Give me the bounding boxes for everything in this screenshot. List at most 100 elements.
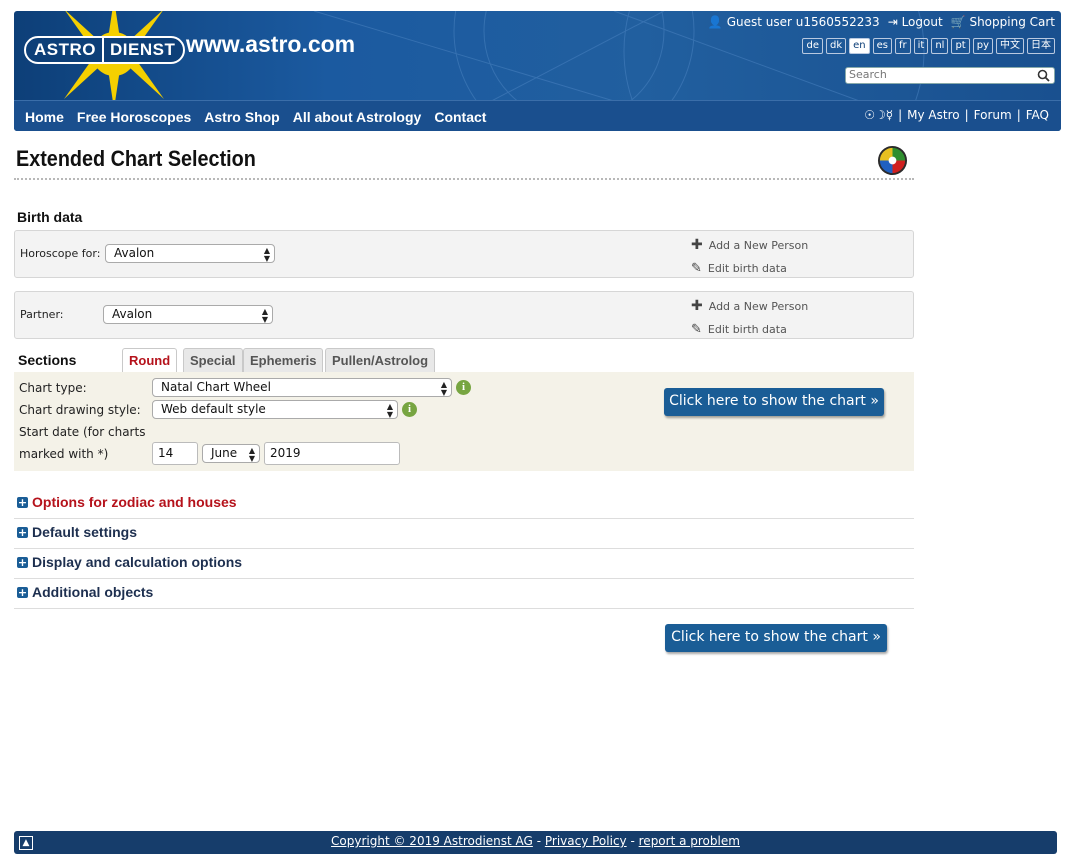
partner-value: Avalon [112,307,153,321]
select-arrows-icon: ▲ ▼ [263,246,270,263]
accordion-label: Display and calculation options [32,554,243,570]
report-problem-text: report a problem [638,834,740,848]
accordion-label: Options for zodiac and houses [32,494,237,510]
copyright-link[interactable]: Copyright © 2019 Astrodienst AG [331,834,533,848]
plus-icon: ✚ [691,237,703,253]
report-problem-link[interactable]: report a problem [639,834,740,848]
tab-ephemeris[interactable]: Ephemeris [243,348,324,372]
nav-home[interactable]: Home [25,109,64,125]
start-day-input[interactable]: 14 [152,442,198,465]
faq-link[interactable]: FAQ [1026,108,1049,122]
footer-links: Copyright © 2019 Astrodienst AG - Privac… [14,834,1057,848]
lang-ru[interactable]: ру [972,38,993,54]
lang-en[interactable]: en [849,38,870,54]
logout-label: Logout [901,15,943,29]
edit-icon: ✎ [691,261,702,276]
lang-de[interactable]: de [802,38,823,54]
user-item: 👤 Guest user u1560552233 [708,15,880,29]
select-arrows-icon: ▲ ▼ [248,446,255,463]
start-date-label-line2: marked with *) [19,447,109,461]
logo-left-text: ASTRO [34,40,96,59]
birth-data-heading: Birth data [17,209,83,225]
lang-es[interactable]: es [872,38,892,54]
round-tab-panel: Chart type: Natal Chart Wheel ▲ ▼ i Chart… [14,372,914,471]
partner-select[interactable]: Avalon ▲ ▼ [103,305,273,324]
chart-type-select[interactable]: Natal Chart Wheel ▲ ▼ [152,378,452,397]
add-new-person-link[interactable]: ✚ Add a New Person [691,237,808,253]
user-bar: 👤 Guest user u1560552233 ⇥ Logout 🛒 Shop… [708,15,1055,29]
nav-all-about-astrology[interactable]: All about Astrology [293,109,422,125]
accordion-additional-objects[interactable]: + Additional objects [14,578,914,609]
lang-it[interactable]: it [913,38,929,54]
edit-birth-data-link[interactable]: ✎ Edit birth data [691,322,787,337]
accordion-display-calculation[interactable]: + Display and calculation options [14,548,914,579]
lang-dk[interactable]: dk [825,38,847,54]
forum-link[interactable]: Forum [974,108,1012,122]
logo-divider [102,38,104,62]
copyright-text: Copyright © 2019 Astrodienst AG [331,834,533,848]
add-new-person-label: Add a New Person [708,238,809,252]
chart-wheel-icon [877,145,908,176]
planet-symbols-link[interactable]: ☉☽☿ [864,108,893,122]
shopping-cart-link[interactable]: 🛒 Shopping Cart [951,15,1055,29]
edit-icon: ✎ [691,322,702,337]
privacy-policy-link[interactable]: Privacy Policy [545,834,627,848]
footer-separator: - [630,834,635,848]
sections-heading: Sections [18,352,77,368]
drawing-style-value: Web default style [161,402,266,416]
my-astro-link[interactable]: My Astro [907,108,959,122]
language-selector: de dk en es fr it nl pt ру 中文 日本 [802,38,1055,54]
plus-icon: ✚ [691,298,703,314]
lang-pt[interactable]: pt [951,38,970,54]
search-placeholder: Search [849,68,887,81]
astrodienst-logo[interactable]: ASTRO DIENST [24,36,186,64]
edit-birth-data-link[interactable]: ✎ Edit birth data [691,261,787,276]
user-name: Guest user u1560552233 [726,15,880,29]
lang-nl[interactable]: nl [931,38,949,54]
site-url-link[interactable]: www.astro.com [186,31,355,58]
search-input[interactable]: Search [845,67,1055,84]
nav-astro-shop[interactable]: Astro Shop [204,109,279,125]
cart-icon: 🛒 [950,15,966,29]
start-year-input[interactable]: 2019 [264,442,400,465]
horoscope-for-label: Horoscope for: [20,247,101,260]
page-title: Extended Chart Selection [16,146,256,171]
nav-free-horoscopes[interactable]: Free Horoscopes [77,109,191,125]
partner-box: Partner: Avalon ▲ ▼ ✚ Add a New Person ✎ … [14,291,914,339]
tab-special[interactable]: Special [183,348,243,372]
show-chart-button[interactable]: Click here to show the chart » [664,388,884,416]
footer-separator: - [536,834,542,848]
lang-zh[interactable]: 中文 [996,38,1024,54]
drawing-style-info-icon[interactable]: i [402,402,417,417]
lang-fr[interactable]: fr [894,38,911,54]
nav-separator: | [1016,108,1021,122]
drawing-style-select[interactable]: Web default style ▲ ▼ [152,400,398,419]
accordion-label: Additional objects [32,584,154,600]
accordion-zodiac-houses[interactable]: + Options for zodiac and houses [14,488,914,519]
nav-separator: | [964,108,969,122]
accordion-default-settings[interactable]: + Default settings [14,518,914,549]
cart-label: Shopping Cart [969,15,1055,29]
chart-type-info-icon[interactable]: i [456,380,471,395]
logout-link[interactable]: ⇥ Logout [888,15,943,29]
show-chart-button-bottom[interactable]: Click here to show the chart » [665,624,887,652]
tab-pullen-astrolog[interactable]: Pullen/Astrolog [325,348,436,372]
user-icon: 👤 [707,15,723,29]
horoscope-for-box: Horoscope for: Avalon ▲ ▼ ✚ Add a New Per… [14,230,914,278]
lang-ja[interactable]: 日本 [1027,38,1055,54]
expand-plus-icon: + [17,586,28,599]
edit-birth-data-label: Edit birth data [707,262,787,275]
search-icon[interactable] [1037,69,1050,82]
add-new-person-link[interactable]: ✚ Add a New Person [691,298,808,314]
site-footer: ▲ Copyright © 2019 Astrodienst AG - Priv… [14,831,1057,854]
logout-icon: ⇥ [887,15,898,29]
chart-type-value: Natal Chart Wheel [161,380,271,394]
tab-round[interactable]: Round [122,348,178,372]
start-month-select[interactable]: June ▲ ▼ [202,444,260,463]
horoscope-person-select[interactable]: Avalon ▲ ▼ [105,244,275,263]
start-month-value: June [211,446,238,460]
add-new-person-label: Add a New Person [708,299,809,313]
select-arrows-icon: ▲ ▼ [440,380,447,397]
nav-contact[interactable]: Contact [434,109,486,125]
select-arrows-icon: ▲ ▼ [261,307,268,324]
